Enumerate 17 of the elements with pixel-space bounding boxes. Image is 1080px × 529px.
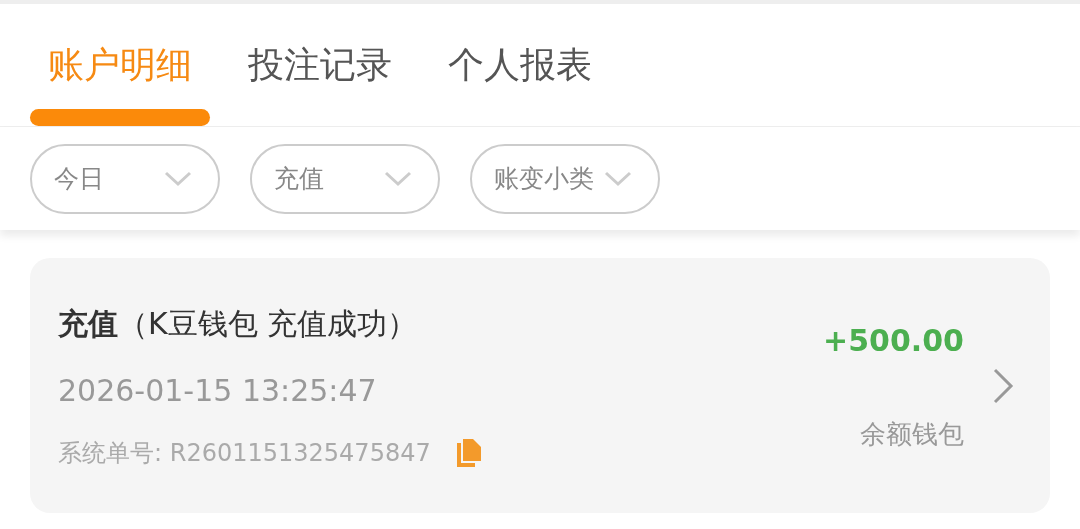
chevron-down-icon bbox=[384, 170, 412, 187]
tab[interactable]: 账户明细 bbox=[30, 4, 210, 126]
chevron-down-icon bbox=[604, 170, 632, 187]
tab[interactable]: 投注记录 bbox=[230, 4, 410, 126]
filter-dropdown[interactable]: 充值 bbox=[250, 143, 440, 214]
record-card[interactable]: 充值（K豆钱包 充值成功） 2026-01-15 13:25:47 系统单号: R2601151325475847 +500.00 余额钱包 bbox=[30, 258, 1050, 513]
record-time: 2026-01-15 13:25:47 bbox=[58, 371, 378, 410]
copy-icon[interactable] bbox=[454, 436, 483, 469]
tab[interactable]: 个人报表 bbox=[430, 4, 610, 126]
filter-dropdown[interactable]: 账变小类 bbox=[470, 143, 660, 214]
amount: +500.00 bbox=[823, 321, 964, 360]
wallet-label: 余额钱包 bbox=[860, 417, 964, 451]
order-number: 系统单号: R2601151325475847 bbox=[58, 437, 431, 469]
filter-dropdown[interactable]: 今日 bbox=[30, 143, 220, 214]
record-title: 充值（K豆钱包 充值成功） bbox=[58, 304, 419, 343]
chevron-down-icon bbox=[164, 170, 192, 187]
chevron-right-icon bbox=[992, 366, 1014, 405]
